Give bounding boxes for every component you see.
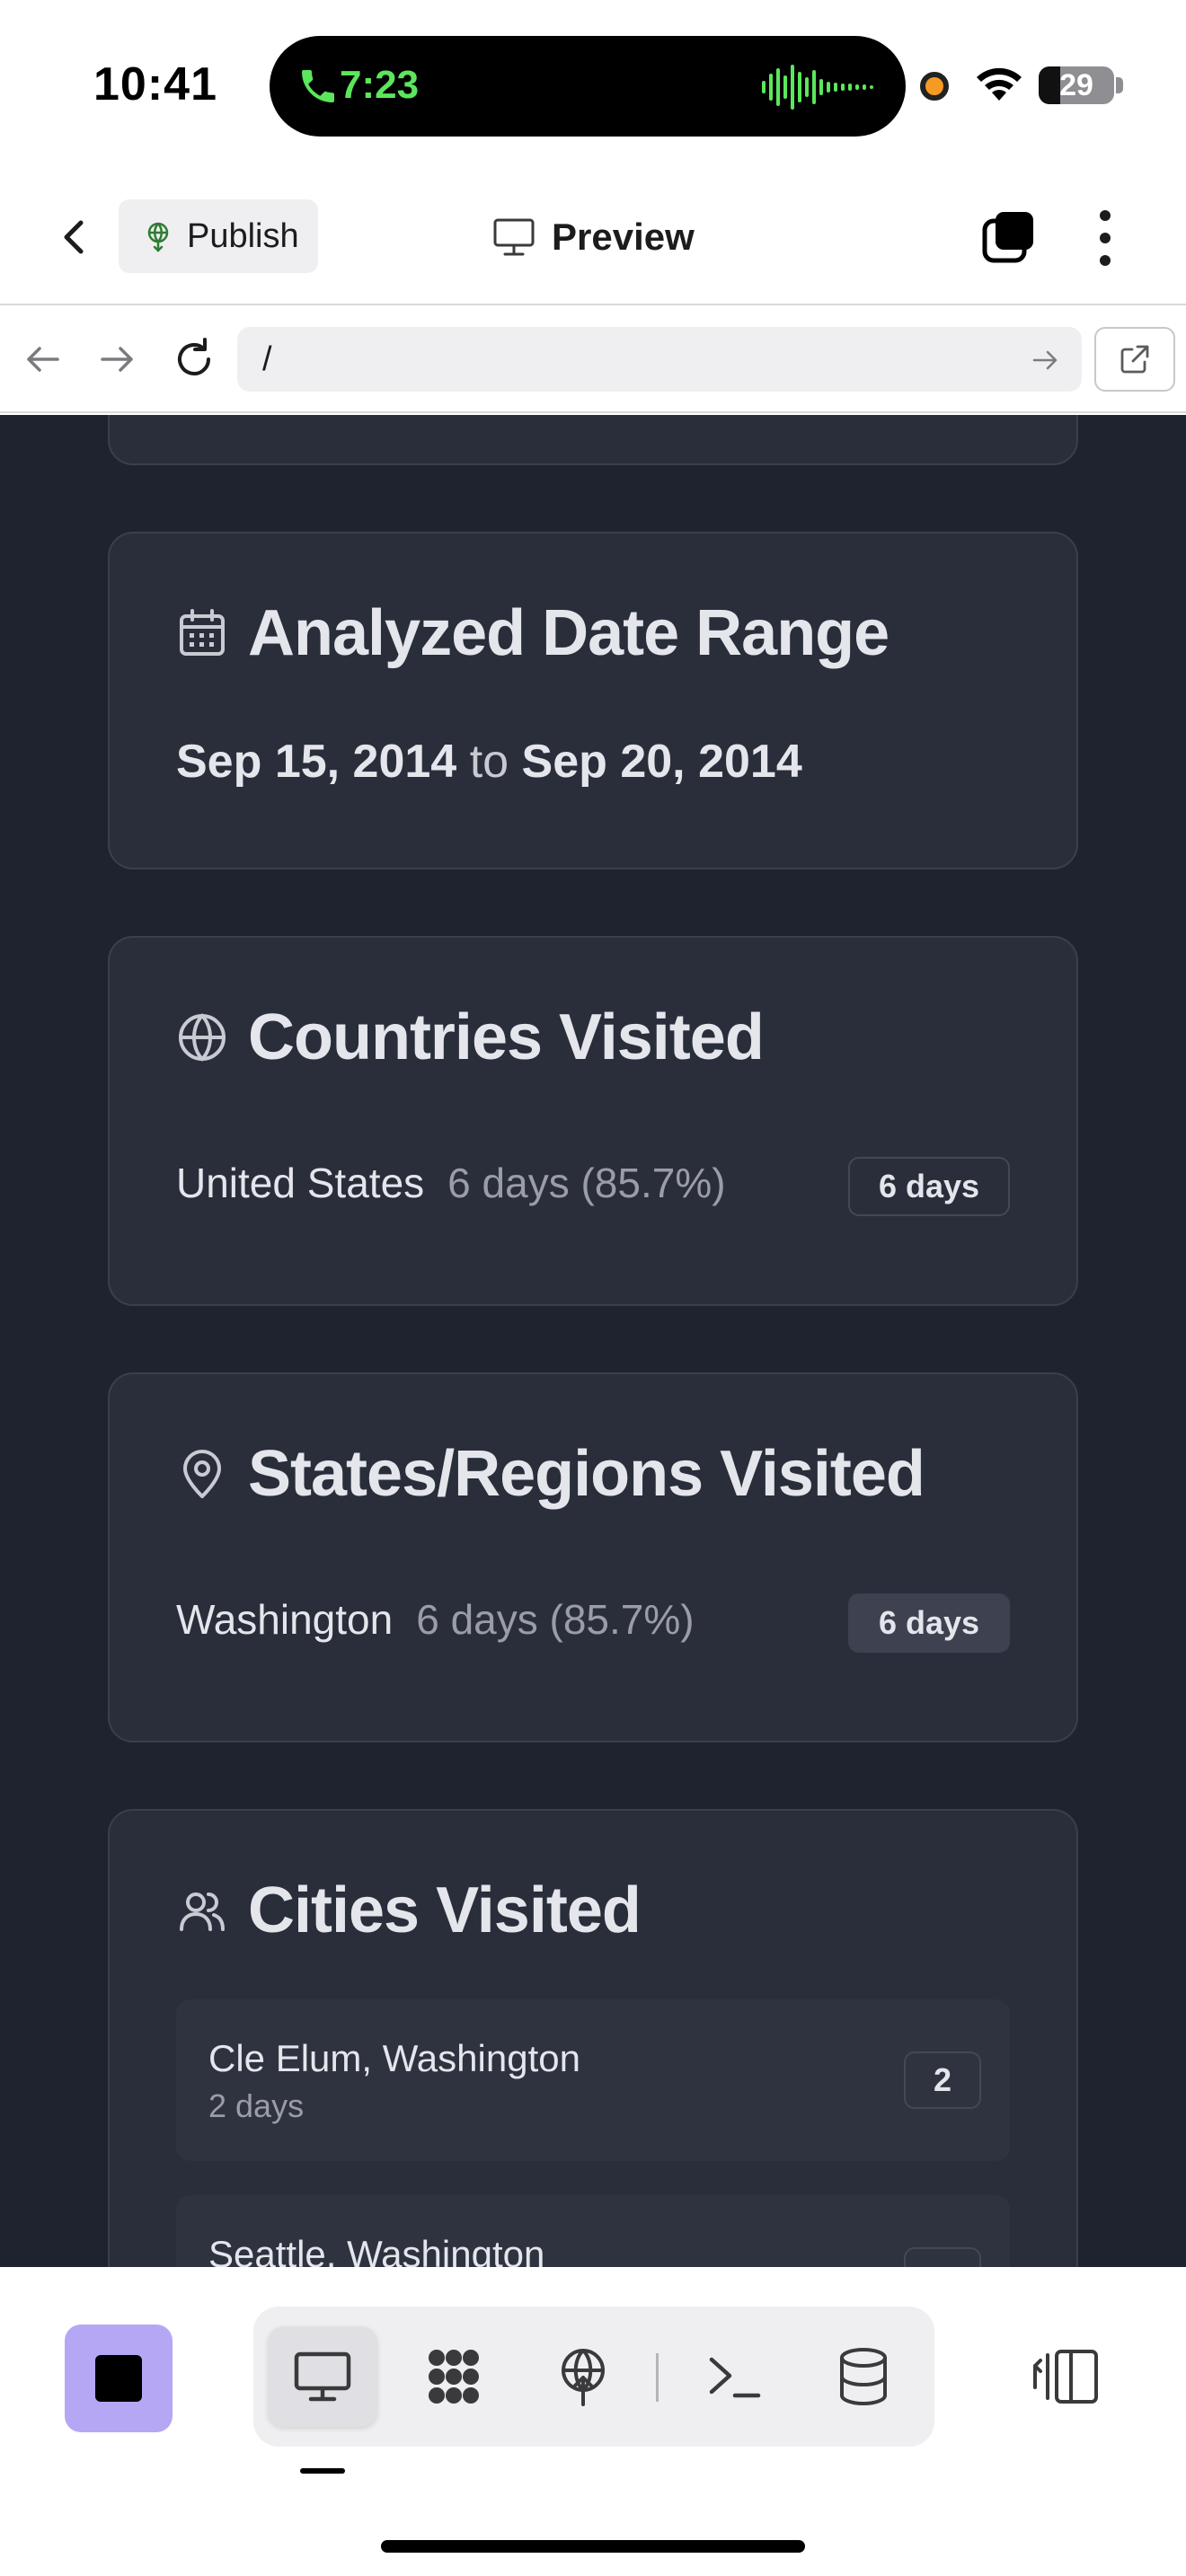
- status-time: 10:41: [93, 58, 217, 110]
- home-indicator: [381, 2540, 805, 2553]
- battery-indicator: 29: [1039, 66, 1114, 104]
- deploy-icon: [562, 2349, 605, 2406]
- monitor-icon: [493, 218, 535, 256]
- modules-icon: [429, 2350, 479, 2404]
- audio-waveform-icon: [762, 65, 873, 110]
- region-detail: 6 days (85.7%): [416, 1596, 695, 1643]
- dynamic-island[interactable]: 7:23: [270, 36, 906, 137]
- browser-bar: [0, 305, 1186, 413]
- city-count-badge: 2: [904, 2051, 981, 2109]
- countries-card: Countries Visited United States 6 days (…: [108, 936, 1078, 1306]
- tabs-icon[interactable]: [981, 208, 1037, 264]
- web-preview-content[interactable]: Analyzed Date Range Sep 15, 2014 to Sep …: [0, 415, 1186, 2267]
- city-days: 2 days: [208, 2087, 305, 2124]
- city-count-badge: [904, 2247, 981, 2267]
- database-tool[interactable]: [809, 2326, 918, 2427]
- date-range-text: Sep 15, 2014 to Sep 20, 2014: [176, 735, 802, 789]
- status-bar: 10:41 7:23 29: [0, 0, 1186, 171]
- city-list-item: Cle Elum, Washington 2 days 2: [176, 1999, 1010, 2161]
- toolbar-divider: [656, 2353, 659, 2402]
- terminal-tool[interactable]: [679, 2326, 789, 2427]
- users-icon: [180, 1892, 225, 1931]
- city-list-item: Seattle, Washington: [176, 2195, 1010, 2267]
- desktop-preview-tool[interactable]: [268, 2326, 377, 2427]
- bottom-toolbar: [0, 2267, 1186, 2576]
- country-days-badge: 6 days: [848, 1157, 1010, 1216]
- region-name: Washington: [176, 1596, 394, 1643]
- country-row: United States 6 days (85.7%): [176, 1159, 726, 1207]
- regions-title: States/Regions Visited: [248, 1438, 925, 1510]
- preview-label: Preview: [552, 216, 695, 258]
- publish-label: Publish: [187, 216, 299, 255]
- battery-cap: [1116, 77, 1123, 93]
- publish-icon: [147, 222, 169, 252]
- city-name: Cle Elum, Washington: [208, 2037, 580, 2079]
- region-row: Washington 6 days (85.7%): [176, 1595, 695, 1644]
- active-tool-indicator: [300, 2468, 345, 2474]
- tool-switcher: [253, 2307, 934, 2447]
- countries-title: Countries Visited: [248, 1001, 765, 1073]
- preview-title: Preview: [492, 210, 695, 264]
- terminal-icon: [709, 2357, 761, 2398]
- previous-card: [108, 415, 1078, 465]
- battery-level: 29: [1059, 68, 1093, 102]
- cities-heading: Cities Visited: [176, 1874, 642, 1947]
- recording-indicator-dot: [920, 72, 949, 101]
- more-vertical-icon[interactable]: [1087, 207, 1123, 269]
- side-panel-icon[interactable]: [1030, 2341, 1102, 2413]
- date-range-card: Analyzed Date Range Sep 15, 2014 to Sep …: [108, 532, 1078, 869]
- url-input[interactable]: [237, 327, 1082, 392]
- back-chevron-icon[interactable]: [50, 212, 101, 262]
- open-external-button[interactable]: [1094, 327, 1175, 392]
- desktop-icon: [294, 2351, 351, 2402]
- reload-icon[interactable]: [171, 336, 217, 383]
- date-range-end: Sep 20, 2014: [521, 736, 802, 788]
- country-detail: 6 days (85.7%): [447, 1160, 726, 1206]
- countries-heading: Countries Visited: [176, 1001, 765, 1074]
- date-range-heading: Analyzed Date Range: [176, 596, 890, 670]
- date-range-title: Analyzed Date Range: [248, 597, 890, 669]
- arrow-right-icon[interactable]: [93, 336, 140, 383]
- call-timer: 7:23: [340, 63, 420, 107]
- city-name: Seattle, Washington: [208, 2233, 545, 2267]
- database-icon: [840, 2348, 887, 2406]
- cities-title: Cities Visited: [248, 1875, 642, 1946]
- globe-icon: [179, 1013, 226, 1062]
- wifi-icon: [977, 67, 1022, 101]
- stop-icon: [95, 2355, 142, 2402]
- go-arrow-icon[interactable]: [1030, 345, 1060, 375]
- external-link-icon: [1120, 345, 1149, 374]
- arrow-left-icon[interactable]: [20, 336, 66, 383]
- publish-button[interactable]: Publish: [119, 199, 318, 273]
- app-header: Publish Preview: [0, 171, 1186, 305]
- stop-button[interactable]: [65, 2325, 173, 2432]
- date-range-start: Sep 15, 2014: [176, 736, 457, 788]
- country-name: United States: [176, 1160, 425, 1206]
- date-range-connector: to: [469, 736, 509, 788]
- modules-tool[interactable]: [399, 2326, 509, 2427]
- region-days-badge: 6 days: [848, 1593, 1010, 1653]
- phone-icon: [302, 70, 334, 102]
- cities-card: Cities Visited Cle Elum, Washington 2 da…: [108, 1809, 1078, 2267]
- regions-card: States/Regions Visited Washington 6 days…: [108, 1372, 1078, 1742]
- map-pin-icon: [183, 1450, 221, 1498]
- calendar-icon: [180, 609, 225, 656]
- regions-heading: States/Regions Visited: [176, 1437, 925, 1511]
- deploy-tool[interactable]: [528, 2326, 638, 2427]
